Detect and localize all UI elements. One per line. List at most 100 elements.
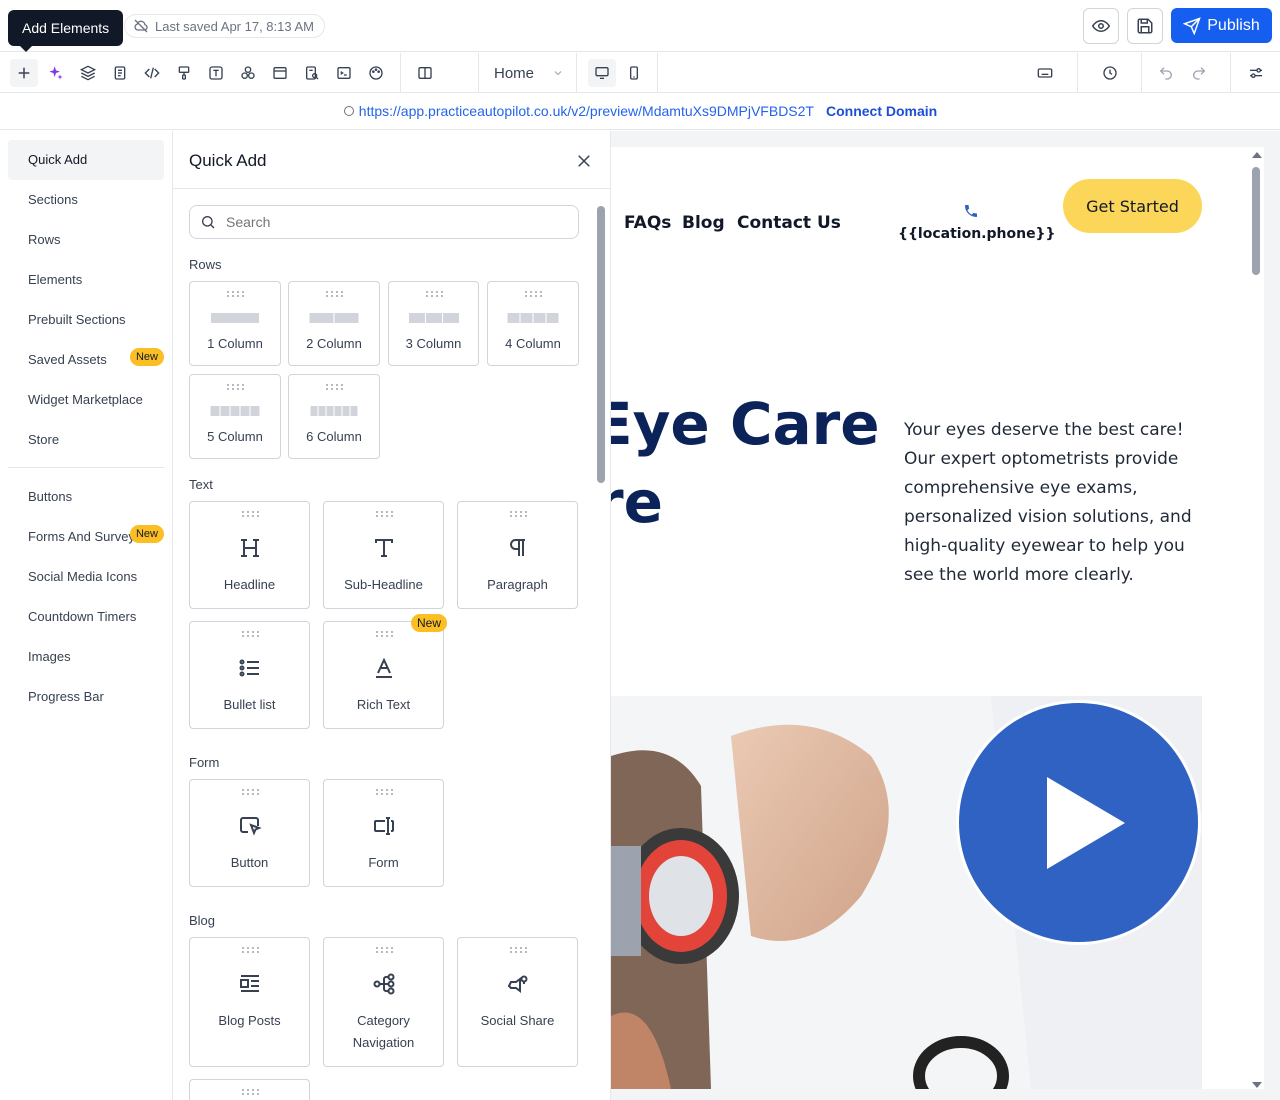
sidebar-item-saved-assets[interactable]: Saved Assets New <box>8 340 164 380</box>
layout-button[interactable] <box>266 59 294 87</box>
sidebar-item-buttons[interactable]: Buttons <box>8 477 164 517</box>
category-navigation-card[interactable]: Category Navigation <box>323 937 444 1067</box>
search-input[interactable] <box>226 214 556 230</box>
mobile-view-button[interactable] <box>620 59 648 87</box>
integrations-button[interactable] <box>234 59 262 87</box>
row-4-column-card[interactable]: 4 Column <box>487 281 579 366</box>
form-card[interactable]: Form <box>323 779 444 887</box>
redo-button[interactable] <box>1185 59 1213 87</box>
blog-posts-card[interactable]: Blog Posts <box>189 937 310 1067</box>
drag-handle-icon <box>227 291 244 297</box>
card-label: Category Navigation <box>352 1013 415 1050</box>
nav-link-contact-us[interactable]: Contact Us <box>737 213 841 233</box>
sidebar-item-forms-and-surveys[interactable]: Forms And Surveys New <box>8 517 164 557</box>
sidebar-item-quick-add[interactable]: Quick Add <box>8 140 164 180</box>
row-preview-6 <box>310 406 358 416</box>
version-history-button[interactable] <box>1096 59 1124 87</box>
row-5-column-card[interactable]: 5 Column <box>189 374 281 459</box>
new-badge: New <box>410 614 447 632</box>
get-started-button[interactable]: Get Started <box>1063 179 1202 233</box>
sidebar-item-widget-marketplace[interactable]: Widget Marketplace <box>8 380 164 420</box>
quick-add-panel: Quick Add Rows 1 Column 2 Column 3 Colum… <box>173 131 611 1100</box>
sidebar-item-rows[interactable]: Rows <box>8 220 164 260</box>
canvas-scrollbar[interactable] <box>1252 167 1260 275</box>
pages-button[interactable] <box>106 59 134 87</box>
save-button[interactable] <box>1127 8 1163 44</box>
sidebar-item-label: Rows <box>28 232 61 247</box>
paragraph-card[interactable]: Paragraph <box>457 501 578 609</box>
settings-button[interactable] <box>1242 59 1270 87</box>
drag-handle-icon <box>227 384 244 390</box>
ai-button[interactable] <box>42 59 70 87</box>
split-view-button[interactable] <box>411 59 439 87</box>
sub-headline-card[interactable]: Sub-Headline <box>323 501 444 609</box>
headline-card[interactable]: Headline <box>189 501 310 609</box>
nav-link-faqs[interactable]: FAQs <box>624 213 671 233</box>
tracking-code-button[interactable] <box>330 59 358 87</box>
sidebar-item-label: Countdown Timers <box>28 609 137 624</box>
globe-icon <box>343 106 354 116</box>
row-6-column-card[interactable]: 6 Column <box>288 374 380 459</box>
social-share-card[interactable]: Social Share <box>457 937 578 1067</box>
publish-button[interactable]: Publish <box>1171 8 1272 43</box>
sidebar-item-countdown-timers[interactable]: Countdown Timers <box>8 597 164 637</box>
phone-number: {{location.phone}} <box>898 203 1056 245</box>
more-element-card[interactable] <box>189 1079 310 1100</box>
row-1-column-card[interactable]: 1 Column <box>189 281 281 366</box>
bullet-list-card[interactable]: Bullet list <box>189 621 310 729</box>
close-icon <box>578 155 590 167</box>
text-style-icon <box>209 66 223 80</box>
nav-link-blog[interactable]: Blog <box>682 213 725 233</box>
page-icon <box>114 66 126 80</box>
element-search[interactable] <box>189 205 579 239</box>
redo-icon <box>1193 67 1206 80</box>
typography-button[interactable] <box>202 59 230 87</box>
row-3-column-card[interactable]: 3 Column <box>388 281 479 366</box>
row-2-column-card[interactable]: 2 Column <box>288 281 380 366</box>
video-play-button[interactable] <box>956 700 1201 945</box>
sidebar-item-prebuilt-sections[interactable]: Prebuilt Sections <box>8 300 164 340</box>
add-elements-button[interactable] <box>10 59 38 87</box>
sidebar-item-store[interactable]: Store <box>8 420 164 460</box>
paint-bucket-icon <box>178 66 190 80</box>
styles-button[interactable] <box>170 59 198 87</box>
desktop-view-button[interactable] <box>588 59 616 87</box>
preview-url-link[interactable]: https://app.practiceautopilot.co.uk/v2/p… <box>343 103 814 119</box>
connect-domain-link[interactable]: Connect Domain <box>826 103 937 119</box>
ai-sparkle-icon <box>49 66 63 80</box>
social-share-icon <box>507 975 527 993</box>
button-card[interactable]: Button <box>189 779 310 887</box>
sidebar-item-label: Widget Marketplace <box>28 392 143 407</box>
page-selector[interactable]: Home <box>494 63 564 83</box>
drag-handle-icon <box>326 291 343 297</box>
drag-handle-icon <box>375 789 393 795</box>
row-preview-1 <box>211 313 259 323</box>
card-label: 5 Column <box>207 429 263 444</box>
top-header: Add Elements Last saved Apr 17, 8:13 AM … <box>0 0 1280 52</box>
sidebar-item-sections[interactable]: Sections <box>8 180 164 220</box>
rich-text-card[interactable]: New Rich Text <box>323 614 447 729</box>
play-button-circle <box>959 703 1198 942</box>
keyboard-shortcuts-button[interactable] <box>1031 59 1059 87</box>
undo-icon <box>1159 67 1172 80</box>
sidebar-item-images[interactable]: Images <box>8 637 164 677</box>
preview-button[interactable] <box>1083 8 1119 44</box>
close-panel-button[interactable] <box>575 152 593 170</box>
card-label: Form <box>368 855 399 870</box>
layout-icon <box>273 67 287 79</box>
scroll-up-arrow-icon[interactable] <box>1251 151 1263 159</box>
sidebar-item-elements[interactable]: Elements <box>8 260 164 300</box>
drag-handle-icon <box>525 291 542 297</box>
drag-handle-icon <box>375 947 393 953</box>
panel-scrollbar[interactable] <box>597 206 605 483</box>
layers-button[interactable] <box>74 59 102 87</box>
scroll-down-arrow-icon[interactable] <box>1251 1081 1263 1089</box>
undo-button[interactable] <box>1152 59 1180 87</box>
sidebar-item-social-media-icons[interactable]: Social Media Icons <box>8 557 164 597</box>
card-label: Bullet list <box>223 697 276 712</box>
custom-code-button[interactable] <box>138 59 166 87</box>
last-saved-text: Last saved Apr 17, 8:13 AM <box>155 18 314 34</box>
colors-button[interactable] <box>362 59 390 87</box>
sidebar-item-progress-bar[interactable]: Progress Bar <box>8 677 164 717</box>
audit-button[interactable] <box>298 59 326 87</box>
